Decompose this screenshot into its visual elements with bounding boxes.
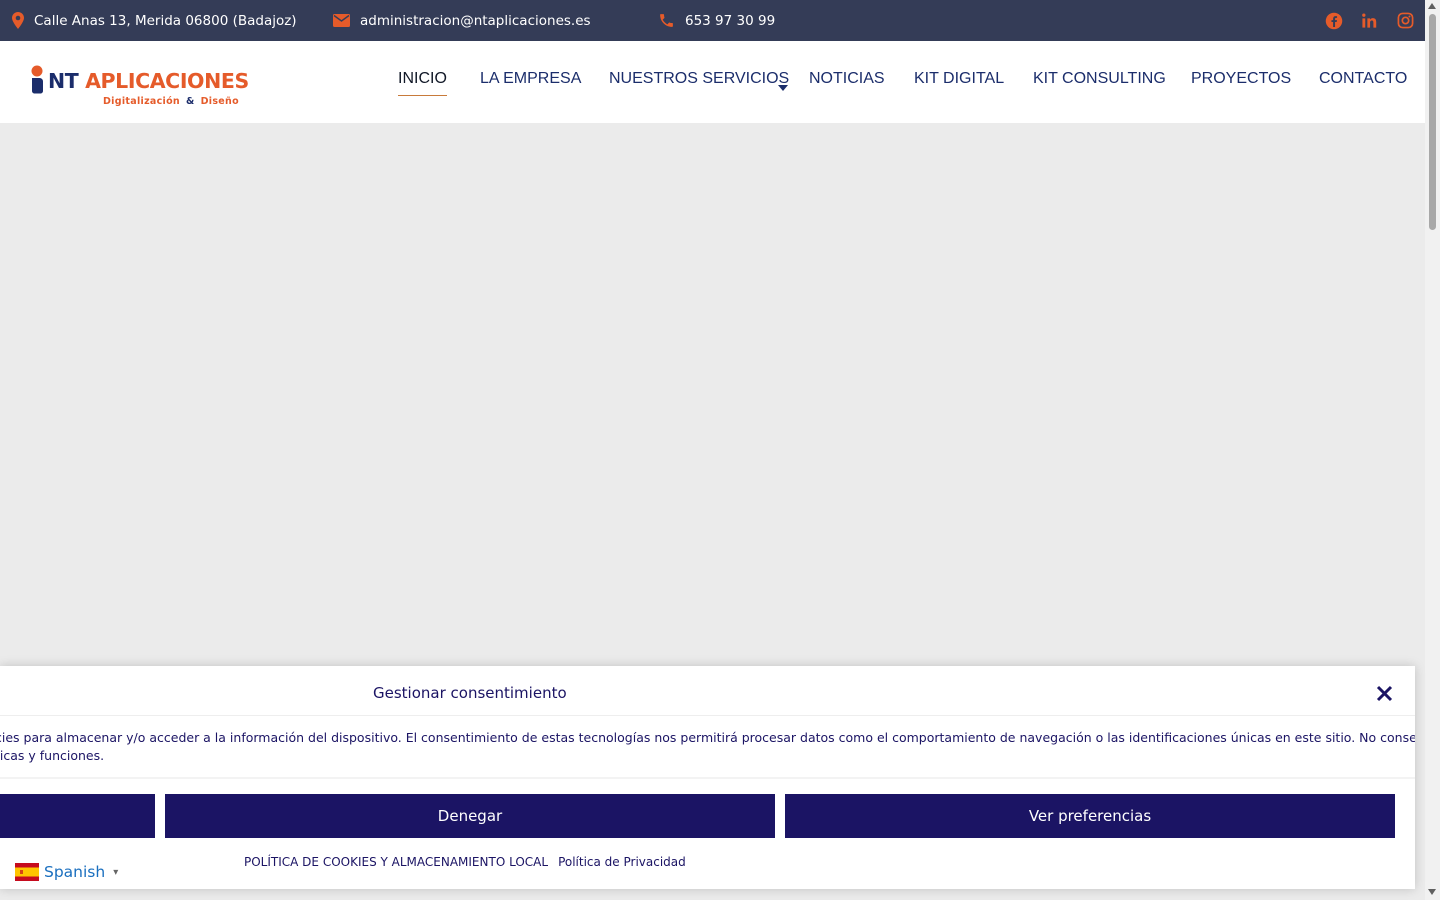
scrollbar-thumb[interactable]	[1429, 14, 1436, 230]
consent-divider	[0, 777, 1415, 779]
site-header: NT APLICACIONES Digitalización & Diseño IN…	[0, 41, 1425, 123]
nav-item-contacto[interactable]: CONTACTO	[1319, 70, 1407, 88]
nav-item-noticias[interactable]: NOTICIAS	[809, 70, 885, 88]
nav-item-proyectos[interactable]: PROYECTOS	[1191, 70, 1291, 88]
envelope-icon	[333, 14, 350, 27]
deny-button[interactable]: Denegar	[165, 794, 775, 838]
spain-flag-icon	[15, 863, 39, 881]
active-underline	[398, 95, 447, 96]
facebook-icon	[1325, 12, 1343, 30]
consent-message: cies para almacenar y/o acceder a la inf…	[0, 730, 1415, 763]
scroll-down-icon[interactable]	[1428, 889, 1436, 895]
language-label: Spanish	[44, 863, 106, 881]
site-logo[interactable]: NT APLICACIONES Digitalización & Diseño	[28, 63, 249, 109]
cookie-consent-banner: Gestionar consentimiento cies para almac…	[0, 666, 1415, 889]
page-scrollbar[interactable]	[1425, 0, 1440, 900]
privacy-policy-link[interactable]: Política de Privacidad	[558, 855, 686, 869]
map-pin-icon	[12, 12, 24, 29]
consent-title: Gestionar consentimiento	[373, 684, 567, 702]
consent-header: Gestionar consentimiento	[0, 666, 1415, 716]
email-link[interactable]: administracion@ntaplicaciones.es	[360, 13, 591, 29]
logo-text: NT APLICACIONES	[48, 69, 249, 93]
language-switcher[interactable]: Spanish ▾	[15, 862, 119, 882]
logo-tagline: Digitalización & Diseño	[103, 96, 239, 107]
phone-number[interactable]: 653 97 30 99	[685, 13, 775, 29]
address-text: Calle Anas 13, Merida 06800 (Badajoz)	[34, 12, 297, 29]
instagram-icon	[1397, 12, 1414, 29]
cookie-policy-link[interactable]: POLÍTICA DE COOKIES Y ALMACENAMIENTO LOC…	[244, 855, 548, 869]
nav-item-kit-digital[interactable]: KIT DIGITAL	[914, 70, 1004, 88]
address-info: Calle Anas 13, Merida 06800 (Badajoz)	[12, 0, 297, 41]
phone-info[interactable]: 653 97 30 99	[658, 0, 775, 41]
facebook-link[interactable]	[1325, 0, 1343, 41]
linkedin-link[interactable]	[1361, 0, 1378, 41]
nav-item-la-empresa[interactable]: LA EMPRESA	[480, 70, 581, 88]
logo-mark-icon	[28, 65, 46, 95]
view-preferences-button[interactable]: Ver preferencias	[785, 794, 1395, 838]
nav-item-inicio[interactable]: INICIO	[398, 70, 447, 96]
instagram-link[interactable]	[1397, 0, 1414, 41]
close-icon[interactable]	[1376, 685, 1393, 702]
nav-item-kit-consulting[interactable]: KIT CONSULTING	[1033, 70, 1166, 88]
phone-icon	[658, 12, 675, 29]
accept-button[interactable]	[0, 794, 155, 838]
caret-down-icon: ▾	[113, 866, 119, 878]
email-info[interactable]: administracion@ntaplicaciones.es	[333, 0, 591, 41]
consent-links: POLÍTICA DE COOKIES Y ALMACENAMIENTO LOC…	[244, 855, 686, 869]
linkedin-icon	[1361, 12, 1378, 29]
chevron-down-icon[interactable]	[778, 77, 788, 96]
top-info-bar: Calle Anas 13, Merida 06800 (Badajoz) ad…	[0, 0, 1425, 41]
nav-item-nuestros-servicios[interactable]: NUESTROS SERVICIOS	[609, 70, 789, 88]
scroll-up-icon[interactable]	[1428, 3, 1436, 9]
